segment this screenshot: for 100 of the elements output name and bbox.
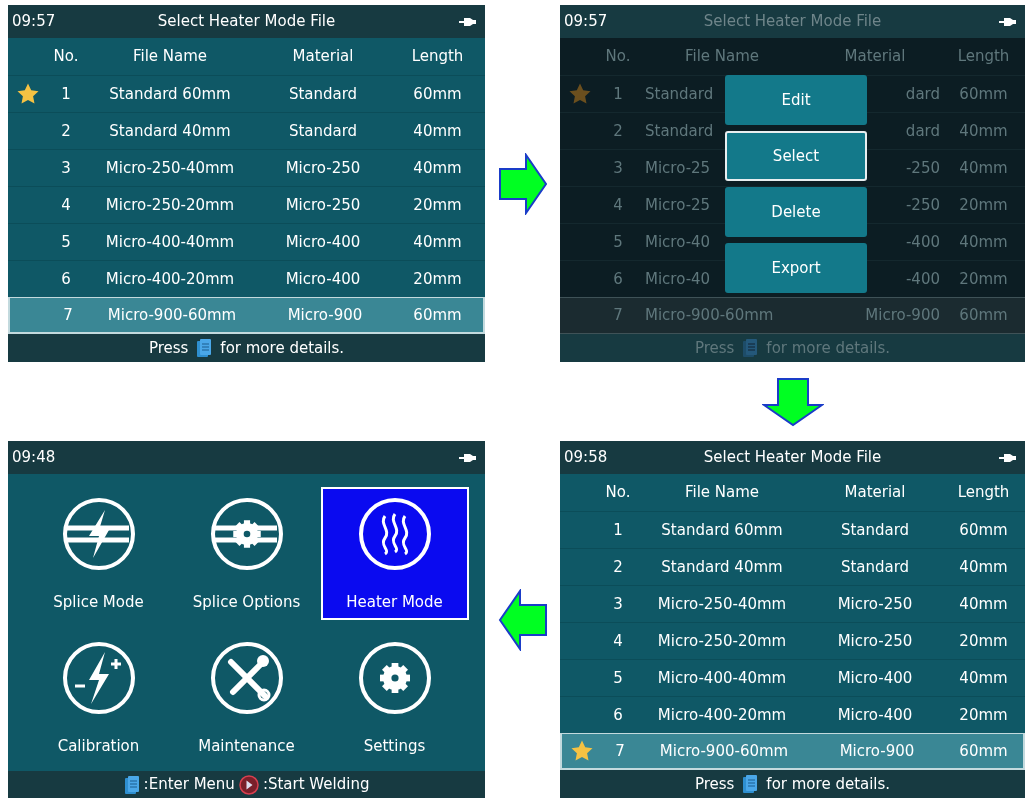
file-row[interactable]: 7 Micro-900-60mm Micro-900 60mm bbox=[8, 297, 485, 334]
length-value: 20mm bbox=[412, 268, 463, 290]
row-number: 4 bbox=[612, 194, 624, 216]
length-value: 60mm bbox=[958, 83, 1009, 105]
material-name: Micro-250 bbox=[837, 593, 913, 615]
row-number: 1 bbox=[612, 519, 624, 541]
material-name: -250 bbox=[905, 194, 940, 216]
heat-waves-icon bbox=[356, 496, 433, 572]
length-value: 20mm bbox=[958, 194, 1009, 216]
footer-hint: :Start Welding bbox=[262, 774, 370, 796]
menu-tile[interactable]: Calibration bbox=[24, 631, 173, 764]
plug-icon bbox=[457, 15, 477, 28]
row-number: 7 bbox=[612, 305, 624, 327]
clock-time: 09:48 bbox=[12, 447, 57, 469]
column-header: File Name bbox=[131, 46, 209, 68]
menu-tile[interactable]: Splice Mode bbox=[24, 487, 173, 620]
footer-hint: for more details. bbox=[220, 337, 345, 359]
column-header: Material bbox=[843, 482, 907, 504]
file-row[interactable]: 1 Standard 60mm Standard 60mm bbox=[560, 511, 1025, 548]
column-header: No. bbox=[604, 482, 632, 504]
file-row[interactable]: 5 Micro-400-40mm Micro-400 40mm bbox=[560, 659, 1025, 696]
material-name: Standard bbox=[840, 556, 910, 578]
file-name: Micro-40 bbox=[645, 268, 711, 290]
lightning-plus-minus-icon bbox=[60, 640, 137, 716]
file-row[interactable]: 3 Micro-250-40mm Micro-250 40mm bbox=[560, 585, 1025, 622]
footer-hint: Press bbox=[148, 337, 189, 359]
file-row[interactable]: 4 Micro-250-20mm Micro-250 20mm bbox=[8, 186, 485, 223]
plug-icon bbox=[997, 15, 1017, 28]
file-name: Standard bbox=[645, 120, 714, 142]
file-row[interactable]: 2 Standard 40mm Standard 40mm bbox=[560, 548, 1025, 585]
material-name: dard bbox=[905, 120, 940, 142]
length-value: 60mm bbox=[958, 740, 1009, 762]
material-name: Micro-400 bbox=[285, 268, 361, 290]
clock-time: 09:57 bbox=[564, 11, 609, 33]
row-number: 2 bbox=[612, 556, 624, 578]
material-name: Micro-250 bbox=[285, 194, 361, 216]
row-number: 6 bbox=[60, 268, 72, 290]
material-name: Micro-250 bbox=[837, 630, 913, 652]
material-name: Micro-400 bbox=[837, 667, 913, 689]
file-name: Micro-900-60mm bbox=[107, 304, 237, 326]
file-name: Micro-25 bbox=[645, 157, 711, 179]
column-header: Length bbox=[956, 46, 1011, 68]
material-name: Micro-400 bbox=[837, 704, 913, 726]
column-header: Material bbox=[291, 46, 355, 68]
file-row[interactable]: 1 Standard 60mm Standard 60mm bbox=[8, 75, 485, 112]
document-icon bbox=[742, 774, 759, 794]
column-header: File Name bbox=[683, 46, 761, 68]
footer-hint: Press bbox=[694, 337, 735, 359]
fiber-gear-icon bbox=[208, 496, 285, 572]
clock-time: 09:58 bbox=[564, 447, 609, 469]
file-name: Standard 40mm bbox=[109, 120, 231, 142]
length-value: 40mm bbox=[958, 120, 1009, 142]
file-row[interactable]: 2 Standard 40mm Standard 40mm bbox=[8, 112, 485, 149]
plug-icon bbox=[997, 451, 1017, 464]
menu-tile[interactable]: Splice Options bbox=[172, 487, 321, 620]
flow-arrow bbox=[761, 376, 824, 427]
menu-tile[interactable]: Heater Mode bbox=[320, 487, 469, 620]
length-value: 20mm bbox=[958, 704, 1009, 726]
row-number: 1 bbox=[612, 83, 624, 105]
row-number: 6 bbox=[612, 704, 624, 726]
row-number: 7 bbox=[62, 304, 74, 326]
flow-arrow bbox=[497, 152, 548, 215]
file-name: Micro-400-40mm bbox=[657, 667, 787, 689]
footer-hint: Press bbox=[694, 773, 735, 795]
length-value: 60mm bbox=[958, 305, 1009, 327]
screen-title: Select Heater Mode File bbox=[702, 447, 883, 469]
flow-arrow bbox=[497, 588, 548, 651]
menu-tile[interactable]: Maintenance bbox=[172, 631, 321, 764]
footer-hint: :Enter Menu bbox=[143, 774, 235, 796]
screen-title: Select Heater Mode File bbox=[156, 11, 337, 33]
file-name: Micro-400-20mm bbox=[105, 268, 235, 290]
length-value: 40mm bbox=[958, 556, 1009, 578]
column-header: No. bbox=[604, 46, 632, 68]
material-name: Micro-900 bbox=[287, 304, 363, 326]
footer-hint: for more details. bbox=[766, 337, 891, 359]
fiber-lightning-icon bbox=[60, 496, 137, 572]
length-value: 20mm bbox=[958, 268, 1009, 290]
material-name: Standard bbox=[840, 519, 910, 541]
menu-option[interactable]: Select bbox=[725, 131, 867, 181]
menu-tile[interactable]: Settings bbox=[320, 631, 469, 764]
material-name: dard bbox=[905, 83, 940, 105]
file-name: Micro-25 bbox=[645, 194, 711, 216]
menu-option[interactable]: Edit bbox=[725, 75, 867, 125]
file-row[interactable]: 4 Micro-250-20mm Micro-250 20mm bbox=[560, 622, 1025, 659]
screen-title: Select Heater Mode File bbox=[702, 11, 883, 33]
file-row[interactable]: 5 Micro-400-40mm Micro-400 40mm bbox=[8, 223, 485, 260]
row-number: 6 bbox=[612, 268, 624, 290]
file-name: Micro-250-20mm bbox=[105, 194, 235, 216]
row-number: 5 bbox=[612, 667, 624, 689]
file-row[interactable]: 7 Micro-900-60mm Micro-900 60mm bbox=[560, 733, 1025, 770]
length-value: 40mm bbox=[958, 593, 1009, 615]
length-value: 40mm bbox=[412, 157, 463, 179]
file-name: Micro-400-20mm bbox=[657, 704, 787, 726]
length-value: 40mm bbox=[958, 231, 1009, 253]
file-name: Micro-400-40mm bbox=[105, 231, 235, 253]
menu-option[interactable]: Delete bbox=[725, 187, 867, 237]
material-name: Micro-250 bbox=[285, 157, 361, 179]
file-row[interactable]: 3 Micro-250-40mm Micro-250 40mm bbox=[8, 149, 485, 186]
menu-option[interactable]: Export bbox=[725, 243, 867, 293]
column-header: No. bbox=[52, 46, 80, 68]
